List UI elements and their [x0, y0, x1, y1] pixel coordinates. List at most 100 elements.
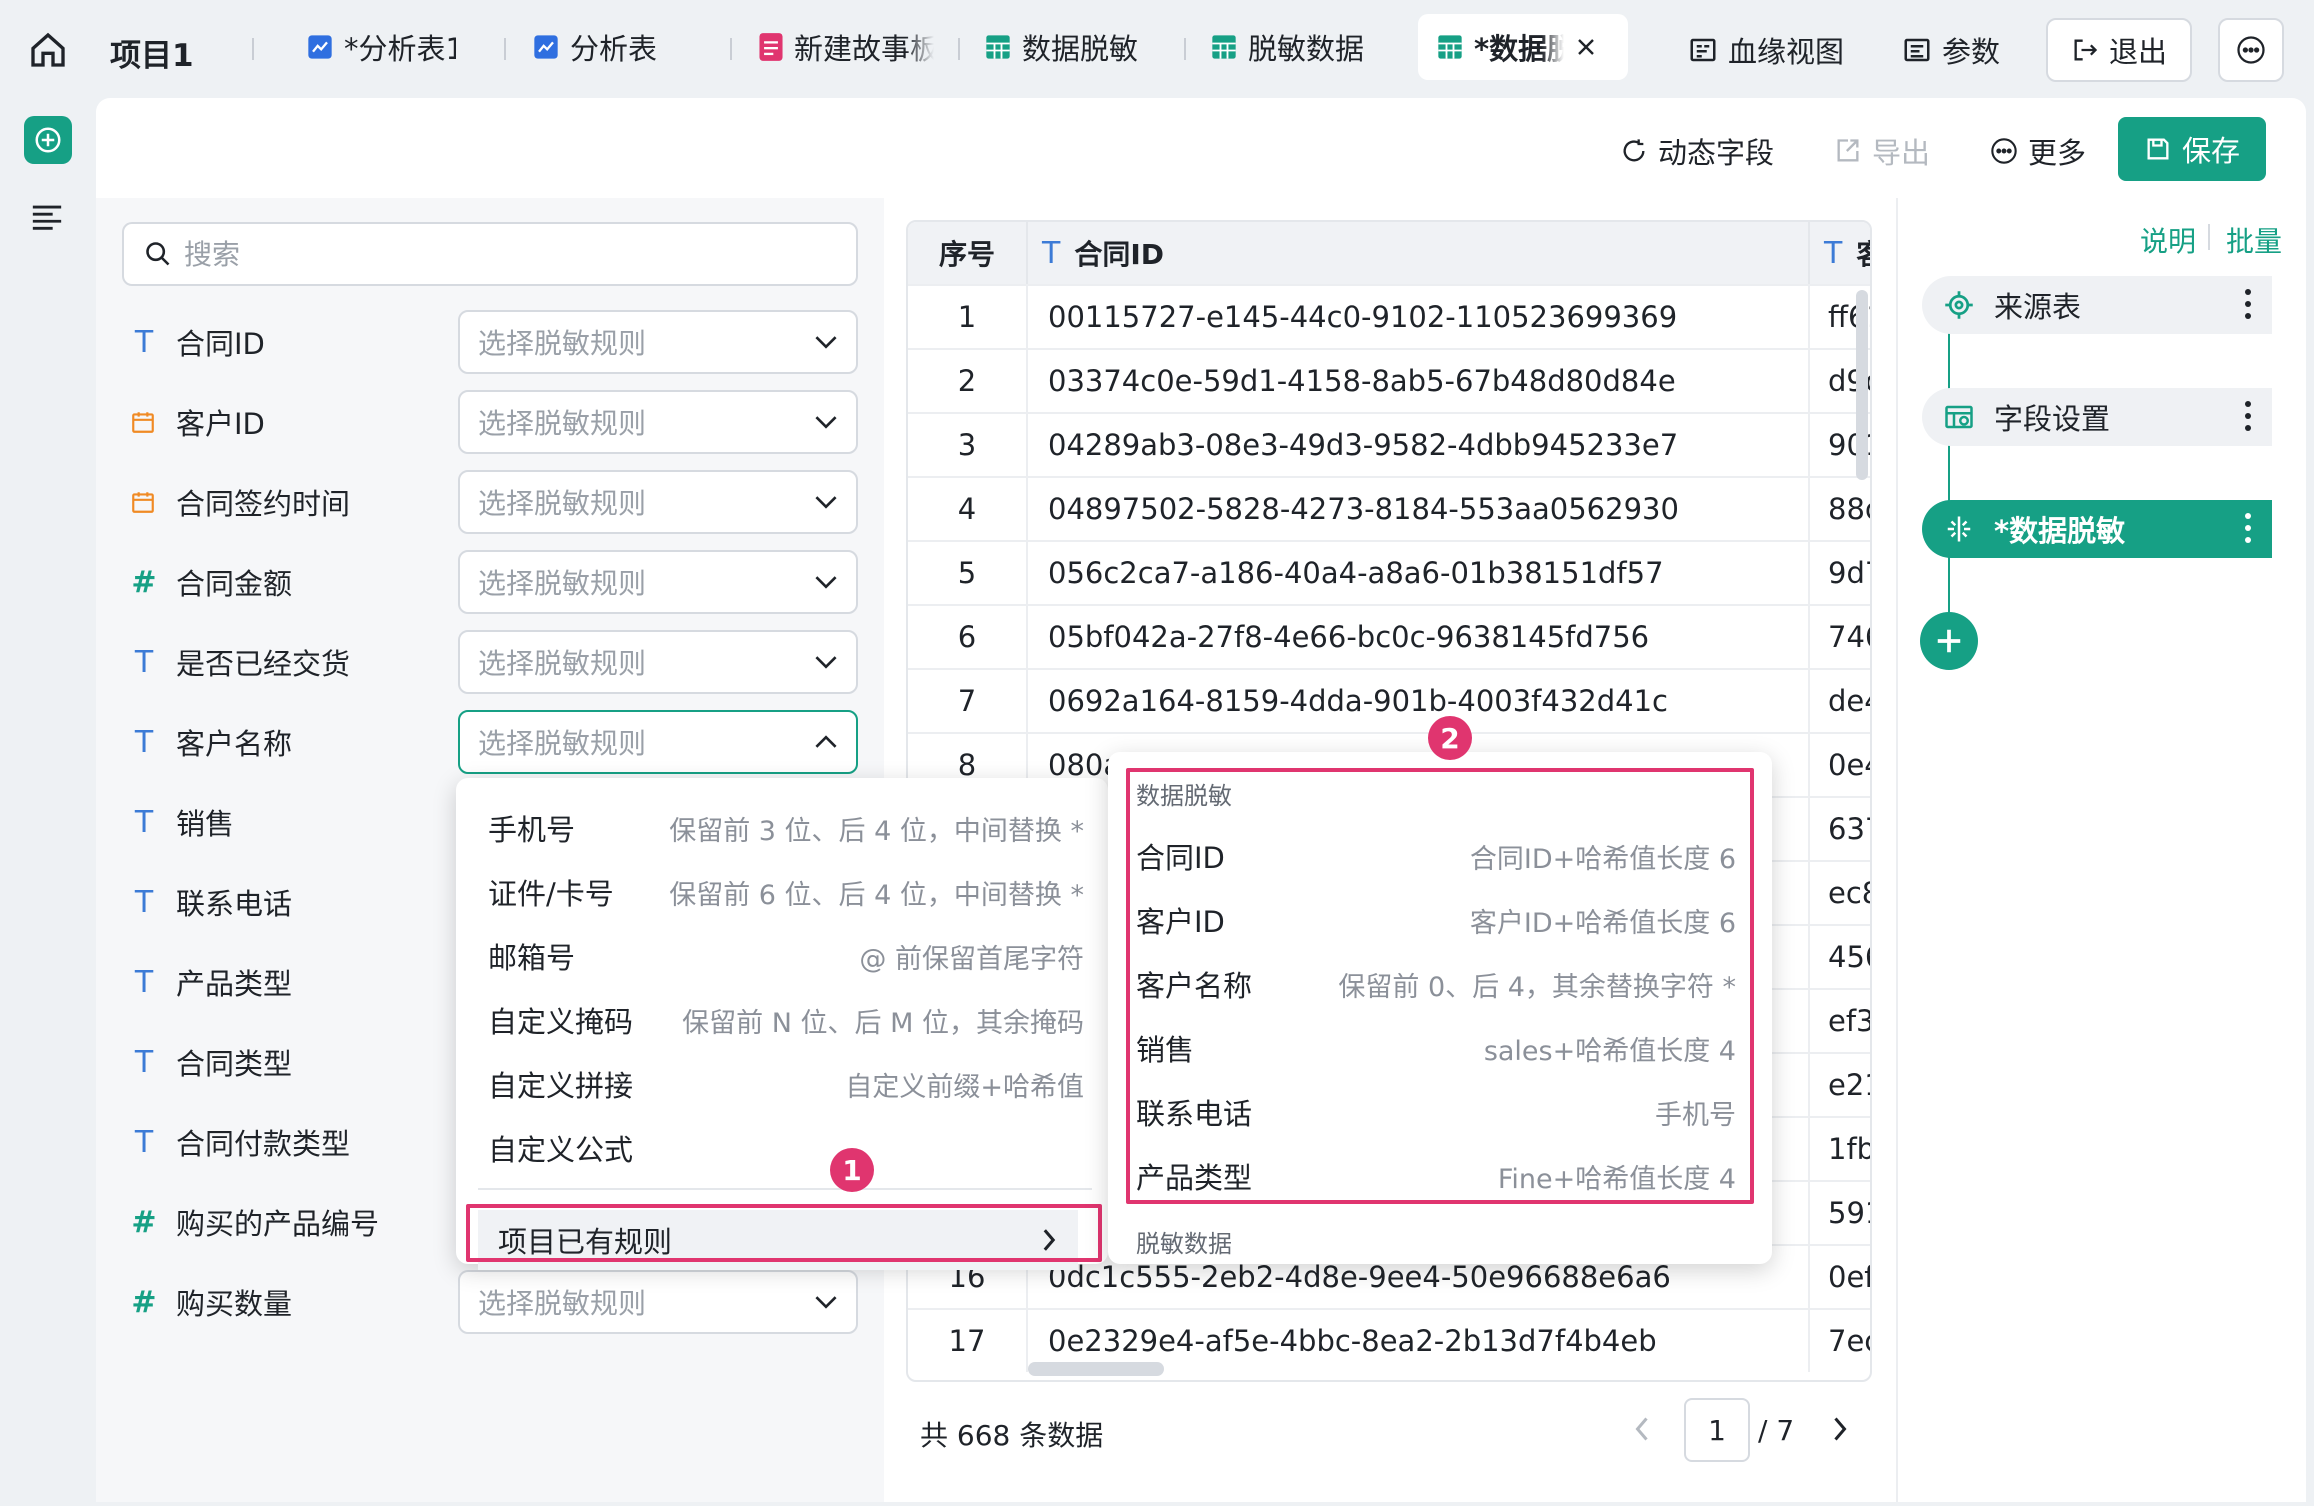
- field-row: T 合同付款类型: [130, 1110, 350, 1174]
- rule-option[interactable]: 自定义拼接 自定义前缀+哈希值: [488, 1054, 1084, 1114]
- more-button[interactable]: 更多: [1990, 118, 2086, 184]
- flow-node-label: 字段设置: [1994, 402, 2111, 436]
- flow-node-label: *数据脱敏: [1994, 514, 2126, 548]
- field-row: # 购买数量: [130, 1270, 292, 1334]
- mask-icon: [1944, 514, 1974, 544]
- chart-icon: [306, 33, 334, 61]
- tab-label: 分析表: [570, 32, 658, 66]
- next-page-icon[interactable]: [1828, 1414, 1852, 1444]
- search-input[interactable]: [184, 237, 784, 271]
- cell-contract-id: 04289ab3-08e3-49d3-9582-4dbb945233e7: [1028, 414, 1810, 476]
- flow-node-source[interactable]: 来源表: [1922, 276, 2272, 334]
- exit-button[interactable]: 退出: [2046, 18, 2192, 82]
- field-name: 合同签约时间: [176, 487, 351, 521]
- horizontal-scrollbar[interactable]: [1028, 1362, 1164, 1376]
- flow-node-data-masking[interactable]: *数据脱敏: [1922, 500, 2272, 558]
- home-icon[interactable]: [28, 30, 68, 70]
- masking-rule-select[interactable]: 选择脱敏规则: [458, 470, 858, 534]
- rule-option[interactable]: 自定义公式: [488, 1118, 1084, 1178]
- flow-node-field-settings[interactable]: 字段设置: [1922, 388, 2272, 446]
- masking-rule-select[interactable]: 选择脱敏规则: [458, 310, 858, 374]
- header-contract-id[interactable]: T 合同ID: [1028, 222, 1810, 284]
- field-row: # 购买的产品编号: [130, 1190, 379, 1254]
- masking-rule-select[interactable]: 选择脱敏规则: [458, 550, 858, 614]
- highlight-box-existing-rules: [466, 1204, 1102, 1262]
- table-header: 序号 T 合同ID T 客: [908, 222, 1870, 284]
- explain-link[interactable]: 说明: [2140, 220, 2196, 260]
- rule-option[interactable]: 手机号 保留前 3 位、后 4 位，中间替换 *: [488, 798, 1084, 858]
- table-row: 100115727-e145-44c0-9102-110523699369ff6…: [908, 284, 1870, 348]
- tab-analysis[interactable]: 分析表: [532, 14, 692, 80]
- lineage-label: 血缘视图: [1728, 35, 1845, 69]
- masking-rule-select[interactable]: 选择脱敏规则: [458, 630, 858, 694]
- field-name: 合同ID: [176, 327, 265, 361]
- text-type-icon: T: [134, 964, 154, 1000]
- batch-link[interactable]: 批量: [2226, 220, 2282, 260]
- close-icon[interactable]: [1574, 35, 1598, 59]
- add-node-button[interactable]: [1920, 612, 1978, 670]
- table-icon: [984, 33, 1012, 61]
- masking-rule-select[interactable]: 选择脱敏规则: [458, 390, 858, 454]
- calendar-icon: [130, 409, 158, 435]
- masking-rule-select[interactable]: 选择脱敏规则: [458, 710, 858, 774]
- kebab-menu-icon[interactable]: [2244, 398, 2252, 434]
- cell-index: 3: [908, 414, 1028, 476]
- header-customer-label: 客: [1856, 233, 1870, 273]
- cell-index: 17: [908, 1310, 1028, 1372]
- field-name: 客户名称: [176, 727, 293, 761]
- left-rail: [0, 98, 96, 1506]
- rule-option[interactable]: 证件/卡号 保留前 6 位、后 4 位，中间替换 *: [488, 862, 1084, 922]
- tab-label: 脱敏数据: [1248, 32, 1365, 66]
- outline-list-icon[interactable]: [30, 202, 64, 232]
- rule-option-name: 自定义拼接: [488, 1069, 634, 1103]
- rule-option-desc: 保留前 N 位、后 M 位，其余掩码: [682, 1007, 1084, 1039]
- field-name: 是否已经交货: [176, 647, 351, 681]
- vertical-scrollbar[interactable]: [1856, 290, 1868, 480]
- text-type-icon: T: [134, 884, 154, 920]
- rule-option-name: 自定义掩码: [488, 1005, 634, 1039]
- add-circle-icon[interactable]: [24, 116, 72, 164]
- chevron-down-icon: [814, 574, 838, 590]
- params-icon: [1902, 35, 1932, 65]
- tab-analysis-1[interactable]: *分析表1: [306, 14, 456, 80]
- text-type-icon: T: [134, 804, 154, 840]
- chevron-down-icon: [814, 494, 838, 510]
- cell-index: 1: [908, 286, 1028, 348]
- params-button[interactable]: 参数: [1902, 18, 2000, 82]
- table-icon: [1436, 33, 1464, 61]
- export-icon: [1834, 137, 1862, 165]
- save-icon: [2144, 135, 2172, 163]
- field-row: T 销售: [130, 790, 234, 854]
- tab-data-masking[interactable]: 数据脱敏: [984, 14, 1174, 80]
- cell-contract-id: 05bf042a-27f8-4e66-bc0c-9638145fd756: [1028, 606, 1810, 668]
- tab-masked-data[interactable]: 脱敏数据: [1210, 14, 1390, 80]
- prev-page-icon[interactable]: [1630, 1414, 1654, 1444]
- tab-data-masking-active[interactable]: *数据脱敏: [1418, 14, 1628, 80]
- table-row: 605bf042a-27f8-4e66-bc0c-9638145fd756 746: [908, 604, 1870, 668]
- kebab-menu-icon[interactable]: [2244, 510, 2252, 546]
- ellipsis-circle-icon: [1990, 137, 2018, 165]
- text-type-icon: T: [1824, 235, 1843, 271]
- page-input[interactable]: 1: [1684, 1398, 1750, 1462]
- refresh-icon: [1620, 137, 1648, 165]
- kebab-menu-icon[interactable]: [2244, 286, 2252, 322]
- dynamic-field-button[interactable]: 动态字段: [1620, 118, 1774, 184]
- export-button[interactable]: 导出: [1834, 118, 1930, 184]
- masking-rule-select[interactable]: 选择脱敏规则: [458, 1270, 858, 1334]
- rule-option[interactable]: 自定义掩码 保留前 N 位、后 M 位，其余掩码: [488, 990, 1084, 1050]
- tab-new-storyboard[interactable]: 新建故事板: [758, 14, 934, 80]
- lineage-view-button[interactable]: 血缘视图: [1688, 18, 1844, 82]
- field-settings-icon: [1944, 402, 1974, 432]
- header-customer[interactable]: T 客: [1810, 233, 1870, 273]
- save-button[interactable]: 保存: [2118, 117, 2266, 181]
- search-field[interactable]: [122, 222, 858, 286]
- chevron-down-icon: [814, 334, 838, 350]
- field-name: 合同金额: [176, 567, 293, 601]
- tab-divider: [1184, 38, 1186, 60]
- exit-label: 退出: [2108, 35, 2167, 69]
- rule-option[interactable]: 邮箱号 @ 前保留首尾字符: [488, 926, 1084, 986]
- field-name: 合同付款类型: [176, 1127, 351, 1161]
- cell-index: 5: [908, 542, 1028, 604]
- select-placeholder: 选择脱敏规则: [478, 487, 647, 520]
- more-options-button[interactable]: [2218, 18, 2284, 82]
